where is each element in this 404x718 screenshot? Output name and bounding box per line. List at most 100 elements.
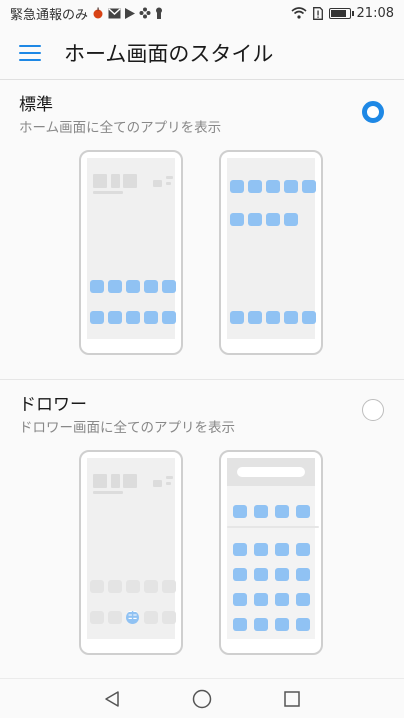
app-tile [233,505,247,518]
wifi-icon [291,7,307,19]
app-tile [233,568,247,581]
keyhole-icon [156,7,163,19]
flower-icon [139,7,151,19]
preview-screen [227,158,316,339]
fruit-icon [93,7,103,19]
weather-placeholder [166,476,173,479]
dock-tile [126,311,140,324]
app-tile [108,280,122,293]
dock-tile [284,311,298,324]
preview-screen [87,158,176,339]
home-button[interactable] [190,687,214,711]
widget-placeholder [93,174,107,188]
dock-tile [144,311,158,324]
app-drawer-icon [126,609,139,624]
app-tile [108,580,122,593]
app-tile [296,505,310,518]
widget-placeholder [93,474,107,488]
option-standard-subtitle: ホーム画面に全てのアプリを表示 [19,120,222,136]
dock-tile [108,311,122,324]
option-drawer-title: ドロワー [19,395,87,415]
dock-tile [162,311,176,324]
widget-placeholder [93,491,123,494]
app-tile [230,180,244,193]
dock-tile [108,611,122,624]
carrier-text: 緊急通報のみ [10,7,89,23]
preview-standard-home [79,150,183,355]
app-tile [144,580,158,593]
app-tile [233,593,247,606]
battery-icon [328,7,354,19]
dock-tile [266,311,280,324]
app-tile [90,580,104,593]
option-drawer[interactable]: ドロワー ドロワー画面に全てのアプリを表示 [0,380,404,678]
sim-alert-icon [312,6,323,20]
app-tile [126,280,140,293]
app-tile [126,580,140,593]
dock-tile [248,311,262,324]
widget-placeholder [123,174,137,188]
app-tile [90,280,104,293]
app-tile [254,593,268,606]
status-left: 緊急通報のみ [10,4,163,23]
app-tile [266,213,280,226]
option-drawer-subtitle: ドロワー画面に全てのアプリを表示 [19,420,235,436]
radio-drawer[interactable] [362,399,384,421]
home-circle-icon [192,689,212,709]
app-tile [275,543,289,556]
widget-placeholder [123,474,137,488]
drawer-divider [227,526,319,528]
widget-placeholder [93,191,123,194]
app-tile [254,543,268,556]
weather-placeholder [166,482,171,485]
preview-standard-page2 [219,150,323,355]
preview-screen [87,458,176,639]
mail-icon [108,7,121,18]
widget-placeholder [111,174,120,188]
play-store-icon [125,7,136,19]
app-tile [144,280,158,293]
page-title: ホーム画面のスタイル [64,42,274,66]
status-right: 21:08 [291,6,394,21]
app-tile [296,618,310,631]
weather-placeholder [153,180,162,187]
radio-standard[interactable] [362,101,384,123]
drawer-search-bar [227,458,315,486]
menu-button[interactable] [0,26,60,80]
app-tile [302,180,316,193]
app-tile [284,180,298,193]
app-tile [266,180,280,193]
recents-square-icon [284,691,300,707]
app-bar: ホーム画面のスタイル [0,26,404,80]
app-tile [296,568,310,581]
navigation-bar [0,678,404,718]
status-bar: 緊急通報のみ 21:08 [0,0,404,26]
dock-tile [162,611,176,624]
app-tile [254,505,268,518]
back-button[interactable] [100,687,124,711]
preview-drawer-open [219,450,323,655]
app-tile [254,568,268,581]
recents-button[interactable] [280,687,304,711]
dock-tile [90,311,104,324]
dock-tile [90,611,104,624]
app-tile [230,213,244,226]
app-tile [248,213,262,226]
app-tile [233,618,247,631]
clock: 21:08 [356,5,394,21]
app-tile [275,505,289,518]
hamburger-menu-icon [19,45,41,61]
preview-screen [227,458,319,639]
dock-tile [302,311,316,324]
app-tile [275,568,289,581]
weather-placeholder [166,176,173,179]
app-tile [254,618,268,631]
app-tile [162,580,176,593]
app-tile [162,280,176,293]
app-tile [275,618,289,631]
drawer-search-field [237,467,305,477]
app-tile [248,180,262,193]
preview-drawer-home [79,450,183,655]
app-tile [275,593,289,606]
option-standard[interactable]: 標準 ホーム画面に全てのアプリを表示 [0,80,404,380]
